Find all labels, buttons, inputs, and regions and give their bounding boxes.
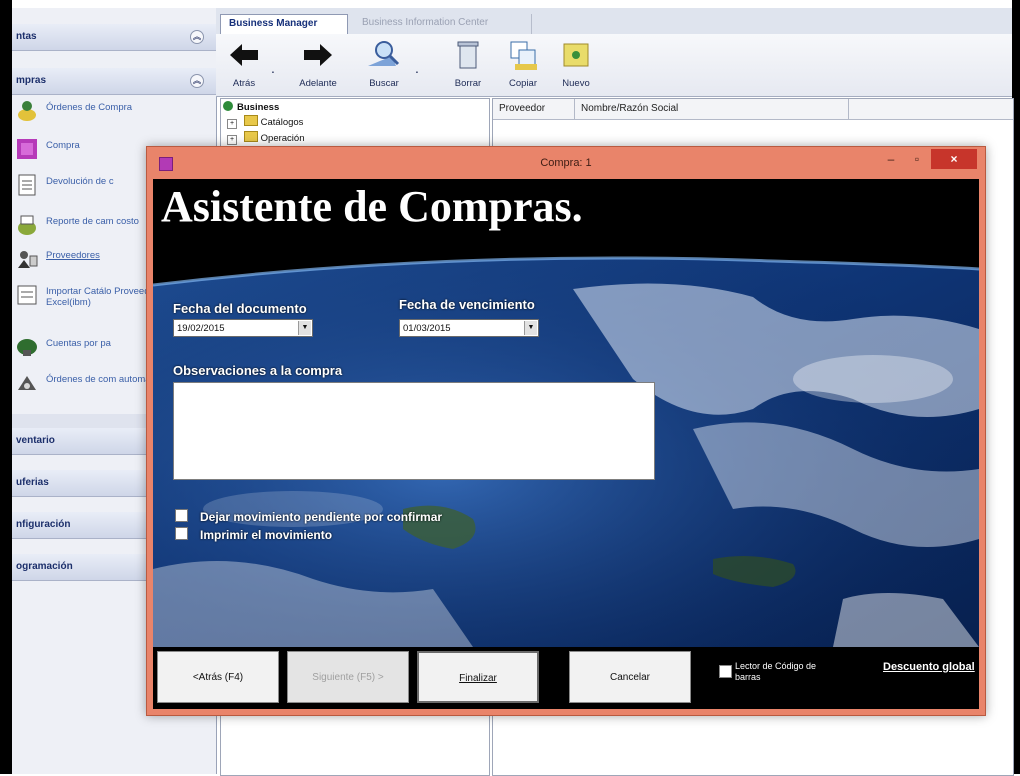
search-dropdown[interactable]: . [408,38,426,76]
back-label: Atrás [232,78,256,89]
back-dropdown[interactable]: . [264,38,282,76]
cancel-button[interactable]: Cancelar [569,651,691,703]
list-header: Proveedor Nombre/Razón Social [493,99,1013,120]
back-step-button[interactable]: <Atrás (F4) [157,651,279,703]
document-date-value: 19/02/2015 [177,323,225,334]
copy-button[interactable]: Copiar [502,38,544,89]
observations-label: Observaciones a la compra [173,363,343,378]
print-movement-checkbox[interactable]: Imprimir el movimiento [175,527,332,542]
maximize-icon[interactable]: ▫ [907,149,927,169]
dropdown-arrow-icon[interactable]: ▼ [298,321,311,335]
wizard-button-bar: <Atrás (F4) Siguiente (F5) > Finalizar C… [153,647,979,709]
wizard-content: Asistente de Compras. Fecha del document… [153,179,979,709]
delete-label: Borrar [454,78,482,89]
tab-business-manager[interactable]: Business Manager [220,14,348,34]
tab-business-information-center[interactable]: Business Information Center [354,14,532,34]
tree-node-operacion[interactable]: + Operación [227,131,304,145]
tree-node-business[interactable]: Business [223,101,279,113]
arrow-right-icon [304,44,332,66]
sidebar-section-label: ventario [16,435,55,446]
tree-node-label: Catálogos [260,117,304,128]
back-button[interactable]: Atrás [224,38,264,89]
trash-icon [457,41,479,69]
due-date-value: 01/03/2015 [403,323,451,334]
report-icon [18,215,36,235]
sidebar-section-label: nfiguración [16,519,71,530]
search-icon [368,41,400,66]
sidebar-section-label: ntas [16,31,37,42]
pending-movement-label: Dejar movimiento pendiente por confirmar [200,510,443,524]
return-document-icon [18,174,36,196]
forward-button[interactable]: Adelante [292,38,344,89]
column-header-proveedor[interactable]: Proveedor [493,99,575,119]
sidebar-section-compras[interactable]: mpras ︽ [12,68,216,95]
collapse-icon[interactable]: ︽ [190,74,204,88]
due-date-label: Fecha de vencimiento [399,297,535,312]
search-label: Buscar [369,78,399,89]
tab-bar: Business Manager Business Information Ce… [216,8,1012,35]
arrow-left-icon [230,44,258,66]
import-icon [17,285,37,305]
close-icon[interactable]: × [931,149,977,169]
expand-icon[interactable]: + [227,119,237,129]
sidebar-section-ventas[interactable]: ntas ︽ [12,24,216,51]
print-movement-label: Imprimir el movimiento [200,528,333,542]
window-titlebar[interactable]: Compra: 1 ‒ ▫ × [147,147,985,179]
barcode-reader-label: Lector de Código de barras [735,661,817,682]
minimize-icon[interactable]: ‒ [881,149,901,169]
delete-button[interactable]: Borrar [450,38,486,89]
checkbox-icon[interactable] [175,527,188,540]
sidebar-section-label: uferias [16,477,49,488]
forward-label: Adelante [299,78,337,89]
pending-movement-checkbox[interactable]: Dejar movimiento pendiente por confirmar [175,509,442,524]
tree-node-catalogos[interactable]: + Catálogos [227,115,303,129]
purchase-icon [17,139,37,159]
sidebar-item-label: Órdenes de Compra [46,102,133,113]
next-step-button[interactable]: Siguiente (F5) > [287,651,409,703]
column-header-nombre[interactable]: Nombre/Razón Social [575,99,849,119]
tree-node-label: Business [237,102,280,113]
document-date-picker[interactable]: 19/02/2015 ▼ [173,319,313,337]
expand-icon[interactable]: + [227,135,237,145]
accounts-payable-icon [17,339,37,356]
copy-label: Copiar [509,78,537,89]
search-button[interactable]: Buscar [362,38,406,89]
automatic-orders-icon [18,376,36,390]
window-title: Compra: 1 [540,157,592,169]
collapse-icon[interactable]: ︽ [190,30,204,44]
due-date-picker[interactable]: 01/03/2015 ▼ [399,319,539,337]
screen-border-left [0,0,12,774]
purchase-order-icon [18,101,36,121]
main-toolbar: Atrás . Adelante Buscar . Borrar Copiar … [216,34,1012,97]
copy-icon [510,41,537,70]
wizard-heading: Asistente de Compras. [161,182,583,231]
supplier-icon [18,251,38,268]
dropdown-arrow-icon[interactable]: ▼ [524,321,537,335]
purchase-wizard-window: Compra: 1 ‒ ▫ × Asistente de Compras. Fe… [146,146,986,716]
new-button[interactable]: Nuevo [556,38,596,89]
finish-button[interactable]: Finalizar [417,651,539,703]
document-date-label: Fecha del documento [173,301,307,316]
checkbox-icon[interactable] [175,509,188,522]
checkbox-icon[interactable] [719,665,732,678]
new-label: Nuevo [562,78,590,89]
folder-icon [243,115,258,126]
folder-icon [243,131,258,142]
sidebar-section-label: mpras [16,75,47,86]
tree-node-label: Operación [260,133,305,144]
global-discount-link[interactable]: Descuento global [883,661,975,673]
observations-textarea[interactable] [173,382,655,480]
new-document-icon [563,43,589,67]
globe-icon [223,101,233,111]
sidebar-section-label: ogramación [16,561,73,572]
